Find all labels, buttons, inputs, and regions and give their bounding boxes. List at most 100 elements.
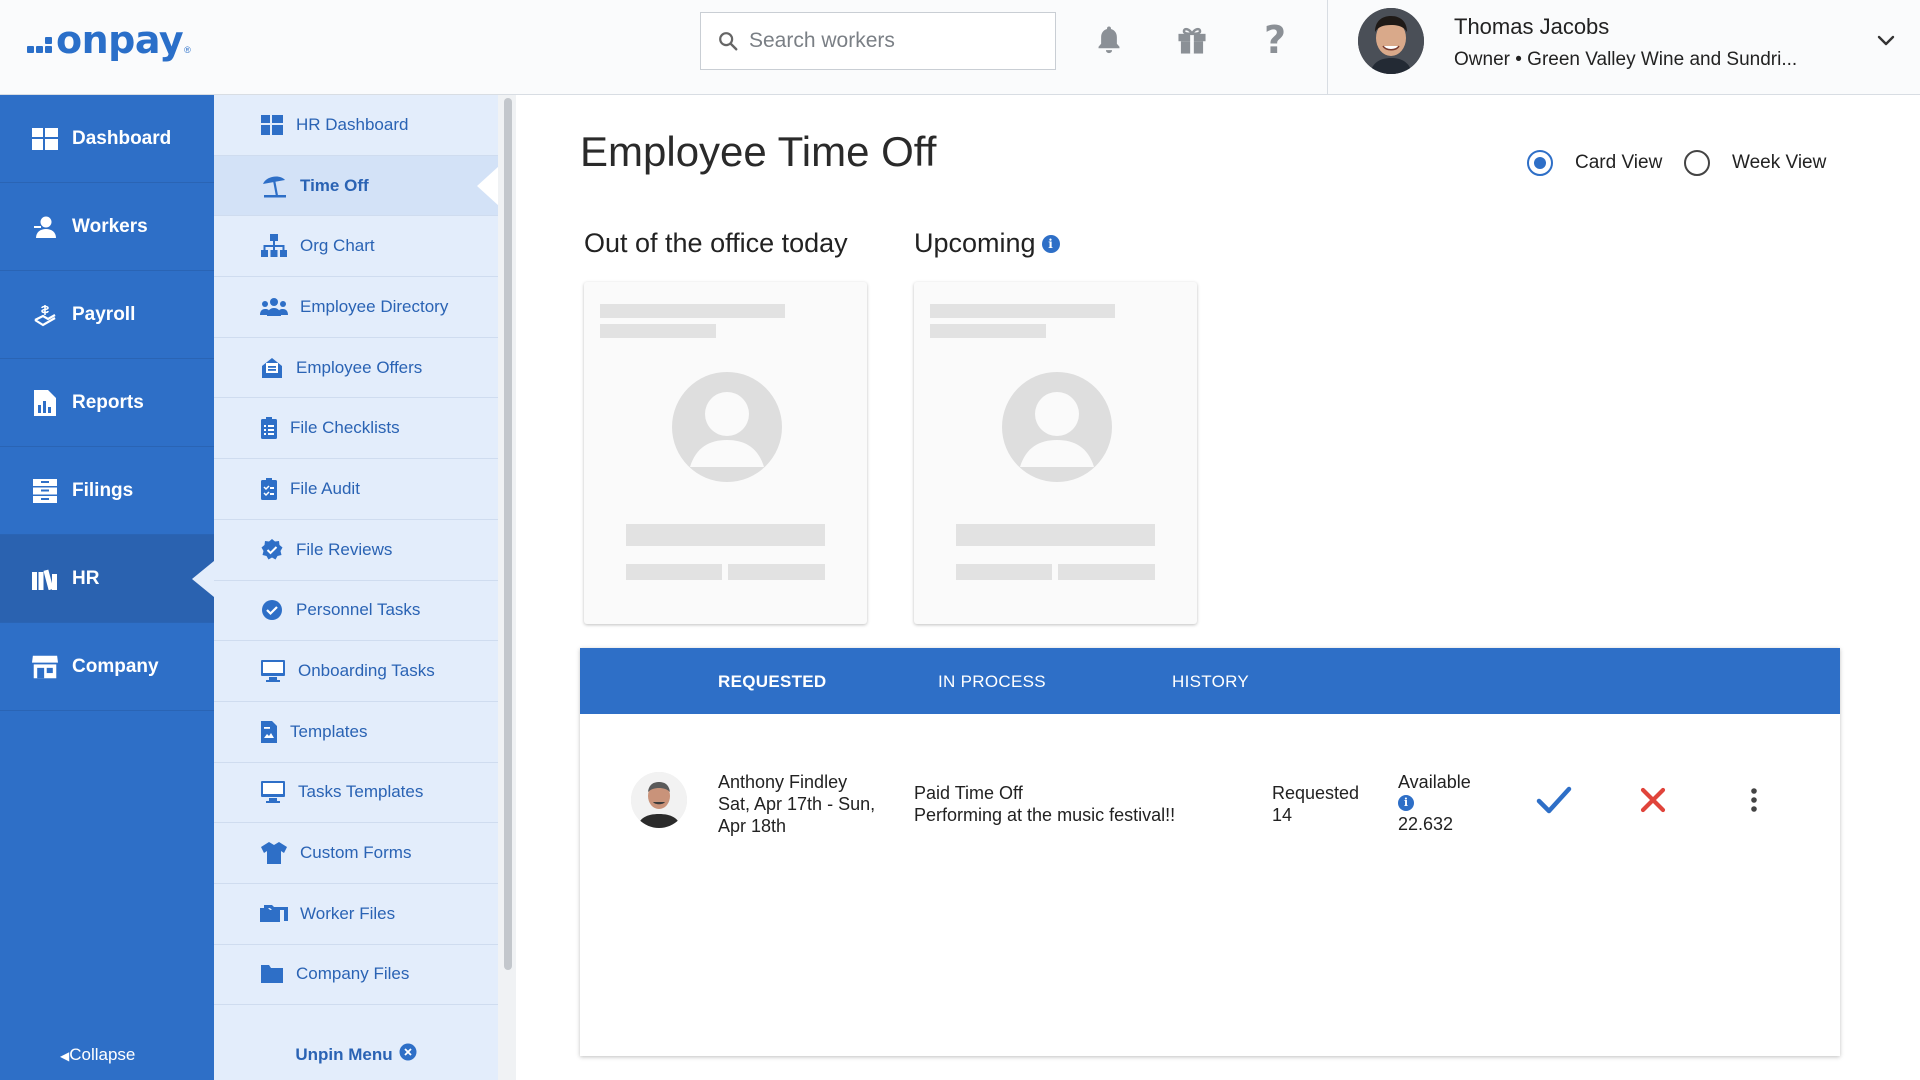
nav-item-workers[interactable]: Workers	[0, 183, 214, 271]
workers-icon	[32, 214, 58, 240]
collapse-button[interactable]: ◀Collapse	[60, 1045, 135, 1065]
sub-item-file-reviews[interactable]: File Reviews	[214, 520, 498, 581]
tab-history[interactable]: HISTORY	[1172, 672, 1249, 692]
employee-avatar	[631, 772, 687, 828]
sub-item-onboarding-tasks[interactable]: Onboarding Tasks	[214, 641, 498, 702]
clipboard-check-icon	[260, 477, 278, 501]
upcoming-placeholder-card	[914, 282, 1197, 624]
submenu-scrollbar-thumb[interactable]	[504, 98, 512, 970]
user-name: Thomas Jacobs	[1454, 14, 1610, 39]
reports-icon	[32, 389, 58, 416]
tab-requested[interactable]: REQUESTED	[718, 672, 827, 692]
card-view-option[interactable]: Card View	[1527, 150, 1662, 176]
week-view-option[interactable]: Week View	[1684, 150, 1826, 176]
request-dates: Sat, Apr 17th - Sun,	[718, 794, 876, 814]
info-icon[interactable]: i	[1041, 234, 1060, 253]
clipboard-icon	[260, 416, 278, 440]
document-icon	[260, 720, 278, 744]
nav-item-payroll[interactable]: Payroll	[0, 271, 214, 359]
nav-item-hr[interactable]: HR	[0, 535, 214, 623]
payroll-icon	[32, 302, 58, 328]
chevron-left-icon: ◀	[60, 1049, 70, 1063]
card-view-radio[interactable]	[1527, 150, 1553, 176]
sub-item-personnel-tasks[interactable]: Personnel Tasks	[214, 581, 498, 642]
hr-icon	[32, 566, 58, 592]
chevron-down-icon[interactable]	[1876, 30, 1896, 50]
company-icon	[32, 654, 58, 680]
sub-item-employee-directory[interactable]: Employee Directory	[214, 277, 498, 338]
requested-label: Requested	[1272, 783, 1360, 803]
sub-item-hr-dashboard[interactable]: HR Dashboard	[214, 95, 498, 156]
sub-item-templates[interactable]: Templates	[214, 702, 498, 763]
request-tabs: REQUESTED IN PROCESS HISTORY	[580, 648, 1840, 714]
nav-label: Payroll	[72, 303, 136, 325]
folder-icon	[260, 962, 284, 986]
nav-label: Filings	[72, 479, 134, 501]
user-avatar[interactable]	[1358, 8, 1424, 74]
nav-item-filings[interactable]: Filings	[0, 447, 214, 535]
approve-button[interactable]	[1536, 782, 1572, 818]
check-circle-icon	[260, 598, 284, 622]
nav-item-dashboard[interactable]: Dashboard	[0, 95, 214, 183]
close-circle-icon	[399, 1043, 417, 1066]
time-off-requests-panel: REQUESTED IN PROCESS HISTORY Anthony Fin…	[580, 648, 1840, 1056]
monitor-icon	[260, 780, 286, 804]
requested-value: 14	[1272, 805, 1293, 825]
nav-label: Company	[72, 655, 159, 677]
checkmark-icon	[1536, 786, 1572, 814]
sub-item-time-off[interactable]: Time Off	[214, 155, 499, 217]
info-icon[interactable]: i	[1398, 795, 1414, 811]
offer-icon	[260, 356, 284, 380]
out-today-placeholder-card	[584, 282, 867, 624]
logo-text: onpay	[56, 18, 184, 62]
request-dates-cont: Apr 18th	[718, 816, 787, 836]
time-off-type: Paid Time Off	[914, 783, 1023, 803]
close-icon	[1640, 787, 1666, 813]
nav-label: HR	[72, 567, 100, 589]
nav-label: Reports	[72, 391, 144, 413]
sub-item-tasks-templates[interactable]: Tasks Templates	[214, 763, 498, 824]
gift-icon[interactable]	[1174, 22, 1210, 58]
employee-name: Anthony Findley	[718, 772, 848, 792]
available-label: Available	[1398, 772, 1471, 792]
people-icon	[260, 295, 288, 319]
onpay-logo[interactable]: onpay ®	[27, 18, 191, 62]
out-today-title: Out of the office today	[584, 228, 848, 258]
sub-item-employee-offers[interactable]: Employee Offers	[214, 338, 498, 399]
unpin-menu-button[interactable]: Unpin Menu	[214, 1043, 498, 1066]
monitor-icon	[260, 659, 286, 683]
search-box[interactable]	[700, 12, 1056, 70]
header-divider	[1327, 0, 1328, 95]
sub-item-worker-files[interactable]: Worker Files	[214, 884, 498, 945]
grid-icon	[260, 113, 284, 137]
sub-item-file-audit[interactable]: File Audit	[214, 459, 498, 520]
more-options-button[interactable]	[1736, 782, 1772, 818]
page-title: Employee Time Off	[580, 128, 937, 175]
primary-nav: Dashboard Workers Payroll Reports Filing…	[0, 95, 214, 1080]
search-input[interactable]	[749, 29, 1039, 53]
dashboard-icon	[32, 126, 58, 152]
logo-mark	[27, 37, 52, 53]
beach-umbrella-icon	[260, 174, 288, 198]
week-view-radio[interactable]	[1684, 150, 1710, 176]
deny-button[interactable]	[1635, 782, 1671, 818]
sub-item-org-chart[interactable]: Org Chart	[214, 216, 498, 278]
filings-icon	[32, 478, 58, 504]
sub-item-file-checklists[interactable]: File Checklists	[214, 398, 498, 460]
upcoming-heading: Upcoming i	[914, 228, 1060, 259]
nav-item-company[interactable]: Company	[0, 623, 214, 711]
help-icon[interactable]: ?	[1257, 21, 1293, 59]
request-row: Anthony Findley Sat, Apr 17th - Sun, Apr…	[580, 768, 1840, 848]
more-vertical-icon	[1751, 788, 1757, 812]
org-chart-icon	[260, 234, 288, 258]
bell-icon[interactable]	[1091, 22, 1127, 58]
placeholder-avatar-icon	[672, 372, 782, 482]
tab-in-process[interactable]: IN PROCESS	[938, 672, 1046, 692]
sub-item-custom-forms[interactable]: Custom Forms	[214, 823, 498, 884]
top-header: onpay ® ? Thomas Jacobs Owner • Green Va…	[0, 0, 1920, 95]
folders-icon	[260, 902, 288, 926]
search-icon	[719, 32, 738, 51]
sub-item-company-files[interactable]: Company Files	[214, 945, 498, 1006]
nav-item-reports[interactable]: Reports	[0, 359, 214, 447]
hr-submenu: HR Dashboard Time Off Org Chart Employee…	[214, 95, 499, 1080]
